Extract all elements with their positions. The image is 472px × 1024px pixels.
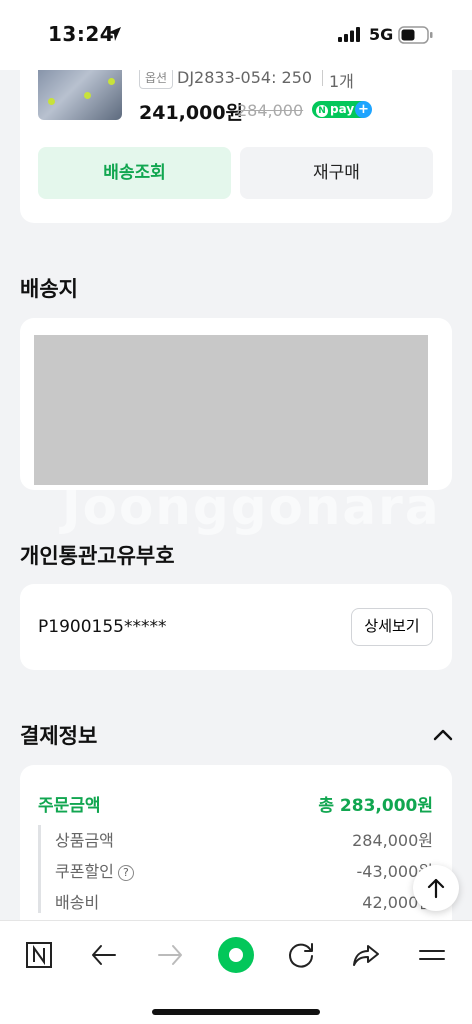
coupon-discount-label: 쿠폰할인 xyxy=(55,862,114,881)
order-total-value: 총 283,000원 xyxy=(318,796,433,816)
thumbnail-detail xyxy=(108,78,115,85)
address-card xyxy=(20,318,452,490)
customs-section-title: 개인통관고유부호 xyxy=(20,544,175,568)
shipping-fee-label: 배송비 xyxy=(55,893,100,912)
green-dot-menu-icon[interactable] xyxy=(216,935,256,975)
help-icon[interactable]: ? xyxy=(117,865,134,881)
product-amount-label: 상품금액 xyxy=(55,831,114,850)
view-details-button[interactable]: 상세보기 xyxy=(351,608,433,646)
battery-icon xyxy=(398,26,433,44)
status-bar: 13:24 5G xyxy=(0,0,472,70)
refresh-icon[interactable] xyxy=(283,937,319,973)
chevron-up-icon[interactable] xyxy=(432,724,454,746)
thumbnail-detail xyxy=(84,92,91,99)
share-icon[interactable] xyxy=(348,937,384,973)
watermark: Joonggonara xyxy=(62,478,441,536)
redacted-address xyxy=(34,335,428,485)
product-price: 241,000원 xyxy=(139,102,244,124)
menu-icon[interactable] xyxy=(414,937,450,973)
scroll-to-top-button[interactable] xyxy=(413,865,459,911)
track-delivery-button[interactable]: 배송조회 xyxy=(38,147,231,199)
product-amount-value: 284,000원 xyxy=(352,831,433,850)
option-badge: 옵션 xyxy=(139,67,174,89)
network-type: 5G xyxy=(369,25,394,44)
customs-number: P1900155***** xyxy=(38,617,167,637)
quantity-text: 1개 xyxy=(329,72,354,91)
shipping-section-title: 배송지 xyxy=(20,277,78,301)
cellular-signal-icon xyxy=(338,27,360,42)
status-time: 13:24 xyxy=(48,22,115,46)
option-divider xyxy=(322,70,323,86)
thumbnail-detail xyxy=(48,98,55,105)
option-text: DJ2833-054: 250 xyxy=(177,68,313,87)
breakdown-bar xyxy=(38,825,41,913)
npay-n-icon: N xyxy=(316,105,328,117)
payment-section-title: 결제정보 xyxy=(20,724,98,748)
original-price: 284,000 xyxy=(237,101,304,120)
npay-label: pay xyxy=(330,102,355,116)
browser-toolbar xyxy=(0,920,472,1024)
rebuy-button[interactable]: 재구매 xyxy=(240,147,433,199)
back-arrow-icon[interactable] xyxy=(86,937,122,973)
npay-plus-icon: + xyxy=(355,101,372,118)
customs-card: P1900155***** 상세보기 xyxy=(20,584,452,670)
home-indicator xyxy=(152,1009,320,1015)
order-total-label: 주문금액 xyxy=(38,796,101,816)
npay-badge: Npay + xyxy=(312,101,372,118)
forward-arrow-icon[interactable] xyxy=(152,937,188,973)
location-arrow-icon xyxy=(107,27,121,41)
payment-card: 주문금액 총 283,000원 상품금액 284,000원 쿠폰할인? -43,… xyxy=(20,765,452,945)
arrow-up-icon xyxy=(427,878,445,899)
coupon-discount-row: 쿠폰할인? xyxy=(55,858,134,882)
naver-home-icon[interactable] xyxy=(21,937,57,973)
